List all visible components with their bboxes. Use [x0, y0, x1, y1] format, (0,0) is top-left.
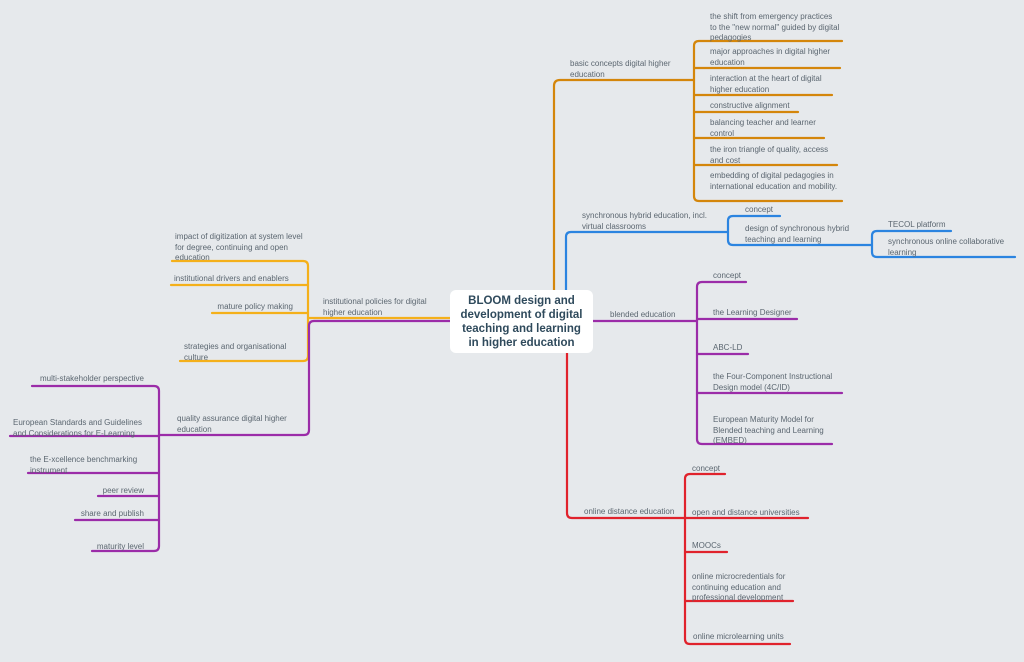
topic-synchronous-hybrid[interactable]: synchronous hybrid education, incl. virt…	[582, 211, 722, 232]
subtopic-sync[interactable]: design of synchronous hybrid teaching an…	[745, 224, 870, 245]
subtopic-sync-detail[interactable]: TECOL platform	[888, 220, 968, 231]
connector-online-trunk	[683, 472, 792, 646]
subtopic-blended[interactable]: the Four-Component Instructional Design …	[713, 372, 843, 393]
subtopic-blended[interactable]: the Learning Designer	[713, 308, 813, 319]
root-topic-label: BLOOM design and development of digital …	[460, 294, 583, 349]
subtopic-online[interactable]: MOOCs	[692, 541, 752, 552]
topic-quality-assurance[interactable]: quality assurance digital higher educati…	[177, 414, 302, 435]
subtopic-institutional[interactable]: strategies and organisational culture	[184, 342, 299, 363]
subtopic-qa[interactable]: maturity level	[60, 542, 144, 553]
subtopic-basic[interactable]: major approaches in digital higher educa…	[710, 47, 840, 68]
subtopic-basic[interactable]: the iron triangle of quality, access and…	[710, 145, 840, 166]
subtopic-basic[interactable]: embedding of digital pedagogies in inter…	[710, 171, 845, 192]
connector-root-online	[565, 351, 687, 520]
topic-basic-concepts[interactable]: basic concepts digital higher education	[570, 59, 690, 80]
subtopic-qa[interactable]: European Standards and Guidelines and Co…	[13, 418, 153, 439]
subtopic-sync[interactable]: concept	[745, 205, 805, 216]
subtopic-blended[interactable]: concept	[713, 271, 773, 282]
subtopic-qa[interactable]: multi-stakeholder perspective	[20, 374, 144, 385]
subtopic-qa[interactable]: the E-xcellence benchmarking instrument	[30, 455, 150, 476]
subtopic-basic[interactable]: constructive alignment	[710, 101, 840, 112]
topic-institutional-policies[interactable]: institutional policies for digital highe…	[323, 297, 443, 318]
subtopic-basic[interactable]: the shift from emergency practices to th…	[710, 12, 840, 44]
subtopic-blended[interactable]: European Maturity Model for Blended teac…	[713, 415, 833, 447]
subtopic-basic[interactable]: balancing teacher and learner control	[710, 118, 830, 139]
subtopic-qa[interactable]: share and publish	[40, 509, 144, 520]
subtopic-online[interactable]: online microcredentials for continuing e…	[692, 572, 797, 604]
subtopic-online[interactable]: open and distance universities	[692, 508, 817, 519]
subtopic-sync-detail[interactable]: synchronous online collaborative learnin…	[888, 237, 1018, 258]
topic-online-distance[interactable]: online distance education	[584, 507, 684, 518]
subtopic-institutional[interactable]: institutional drivers and enablers	[174, 274, 304, 285]
subtopic-institutional[interactable]: mature policy making	[200, 302, 293, 313]
subtopic-basic[interactable]: interaction at the heart of digital high…	[710, 74, 840, 95]
subtopic-institutional[interactable]: impact of digitization at system level f…	[175, 232, 305, 264]
topic-blended-education[interactable]: blended education	[610, 310, 700, 321]
subtopic-online[interactable]: online microlearning units	[693, 632, 803, 643]
subtopic-qa[interactable]: peer review	[60, 486, 144, 497]
subtopic-blended[interactable]: ABC-LD	[713, 343, 773, 354]
connector-root-basic	[552, 78, 696, 292]
root-topic[interactable]: BLOOM design and development of digital …	[450, 290, 593, 353]
subtopic-online[interactable]: concept	[692, 464, 752, 475]
